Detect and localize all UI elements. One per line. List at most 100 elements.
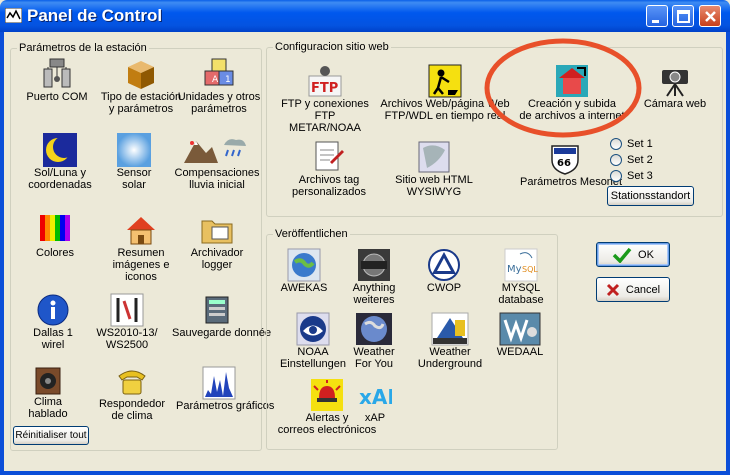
units-label: Unidades y otros parámetros bbox=[177, 91, 261, 115]
station-location-button[interactable]: Stationsstandort bbox=[607, 186, 694, 206]
images-summary-item[interactable]: Resumen imágenes e iconos bbox=[96, 213, 186, 283]
sun-moon-label: Sol/Luna y coordenadas bbox=[28, 167, 92, 191]
construction-icon bbox=[428, 64, 462, 98]
wedaal-icon bbox=[499, 312, 541, 346]
reset-all-button[interactable]: Réinitialiser tout bbox=[13, 426, 89, 445]
weather-for-you-label: Weather For You bbox=[353, 346, 395, 370]
colors-label: Colores bbox=[36, 247, 74, 259]
mesonet-label: Parámetros Mesonet bbox=[520, 176, 623, 188]
xap-label: xAP bbox=[364, 412, 386, 424]
minimize-button[interactable] bbox=[646, 5, 668, 27]
solar-sensor-item[interactable]: Sensor solar bbox=[104, 133, 164, 191]
xap-item[interactable]: xAP xAP bbox=[352, 378, 398, 424]
awekas-item[interactable]: AWEKAS bbox=[276, 248, 332, 294]
custom-tags-item[interactable]: Archivos tag personalizados bbox=[284, 140, 374, 198]
talking-weather-label: Clima hablado bbox=[28, 396, 68, 420]
set-1-radio[interactable]: Set 1 bbox=[610, 138, 653, 150]
wedaal-label: WEDAAL bbox=[496, 346, 544, 358]
webcam-label: Cámara web bbox=[643, 98, 707, 110]
backup-icon bbox=[205, 296, 229, 324]
window-title: Panel de Control bbox=[27, 6, 163, 25]
radio-circle[interactable] bbox=[610, 170, 622, 182]
station-parameters-title: Parámetros de la estación bbox=[17, 42, 149, 54]
html-website-item[interactable]: Sitio web HTML WYSIWYG bbox=[394, 140, 474, 198]
ftp-item[interactable]: FTP FTP y conexiones FTP METAR/NOAA bbox=[278, 64, 372, 134]
html-website-label: Sitio web HTML WYSIWYG bbox=[395, 174, 473, 198]
window-border-bottom bbox=[0, 471, 730, 475]
graph-icon bbox=[202, 366, 236, 400]
noaa-label: NOAA Einstellungen bbox=[279, 346, 347, 370]
sun-moon-item[interactable]: Sol/Luna y coordenadas bbox=[22, 133, 98, 191]
svg-text:1: 1 bbox=[225, 75, 231, 85]
moon-icon bbox=[43, 133, 77, 167]
dallas-item[interactable]: Dallas 1 wirel bbox=[20, 293, 86, 351]
set-1-label: Set 1 bbox=[627, 138, 653, 150]
publish-title: Veröffentlichen bbox=[273, 228, 350, 240]
svg-text:66: 66 bbox=[557, 158, 571, 169]
colors-item[interactable]: Colores bbox=[25, 213, 85, 259]
mountain-rain-icon bbox=[184, 139, 246, 163]
svg-text:FTP: FTP bbox=[311, 81, 338, 96]
blocks-icon: A 1 bbox=[204, 58, 234, 86]
rain-offset-item[interactable]: Compensaciones lluvia inicial bbox=[172, 133, 262, 191]
station-type-item[interactable]: Tipo de estación y parámetros bbox=[98, 57, 184, 115]
cwop-item[interactable]: CWOP bbox=[416, 248, 472, 294]
window-border-left bbox=[0, 32, 4, 475]
ok-button[interactable]: OK bbox=[596, 242, 670, 267]
com-port-item[interactable]: Puerto COM bbox=[22, 57, 92, 103]
cancel-button[interactable]: Cancel bbox=[596, 277, 670, 302]
weather-underground-item[interactable]: Weather Underground bbox=[412, 312, 488, 370]
units-item[interactable]: A 1 Unidades y otros parámetros bbox=[176, 57, 262, 115]
wedaal-item[interactable]: WEDAAL bbox=[492, 312, 548, 358]
weather-for-you-item[interactable]: Weather For You bbox=[344, 312, 404, 370]
weather-responder-item[interactable]: Respondedor de clima bbox=[92, 364, 172, 422]
anything-label: Anything weiteres bbox=[352, 282, 396, 306]
weather-underground-label: Weather Underground bbox=[417, 346, 483, 370]
set-3-radio[interactable]: Set 3 bbox=[610, 170, 653, 182]
noaa-item[interactable]: NOAA Einstellungen bbox=[278, 312, 348, 370]
ftp-icon: FTP bbox=[308, 66, 342, 97]
logger-label: Archivador logger bbox=[190, 247, 244, 271]
create-upload-item[interactable]: Creación y subida de archivos a internet bbox=[518, 64, 626, 122]
tag-file-icon bbox=[315, 141, 344, 171]
web-files-item[interactable]: Archivos Web/página Web FTP/WDL en tiemp… bbox=[380, 64, 510, 122]
radio-circle[interactable] bbox=[610, 154, 622, 166]
ws2010-item[interactable]: WS2010-13/ WS2500 bbox=[92, 293, 162, 351]
svg-text:xAP: xAP bbox=[359, 385, 392, 409]
web-editor-icon bbox=[418, 141, 450, 173]
xap-icon: xAP bbox=[359, 385, 392, 409]
set-2-radio[interactable]: Set 2 bbox=[610, 154, 653, 166]
station-type-label: Tipo de estación y parámetros bbox=[100, 91, 182, 115]
mesonet-item[interactable]: 66 Parámetros Mesonet bbox=[520, 142, 623, 188]
title-bar[interactable]: Panel de Control bbox=[0, 0, 730, 32]
mysql-label: MYSQL database bbox=[498, 282, 544, 306]
mysql-icon: My SQL bbox=[504, 248, 538, 282]
radio-circle[interactable] bbox=[610, 138, 622, 150]
svg-text:My: My bbox=[507, 264, 522, 275]
create-upload-label: Creación y subida de archivos a internet bbox=[519, 98, 625, 122]
info-icon bbox=[37, 294, 69, 326]
speaker-icon bbox=[35, 367, 61, 395]
talking-weather-item[interactable]: Clima hablado bbox=[18, 366, 78, 420]
com-port-label: Puerto COM bbox=[26, 91, 88, 103]
backup-item[interactable]: Sauvegarde donnée bbox=[172, 293, 271, 339]
webcam-item[interactable]: Cámara web bbox=[642, 64, 708, 110]
svg-text:SQL: SQL bbox=[522, 265, 538, 274]
logger-item[interactable]: Archivador logger bbox=[180, 213, 254, 271]
house-icon bbox=[127, 217, 155, 245]
anything-weather-icon bbox=[358, 249, 390, 281]
route-66-icon: 66 bbox=[551, 145, 579, 175]
tools-icon bbox=[110, 293, 144, 327]
anything-item[interactable]: Anything weiteres bbox=[342, 248, 406, 306]
graph-params-item[interactable]: Parámetros gráficos bbox=[176, 366, 274, 412]
app-icon bbox=[5, 8, 22, 23]
images-summary-label: Resumen imágenes e iconos bbox=[112, 247, 170, 283]
solar-sensor-label: Sensor solar bbox=[116, 167, 152, 191]
mysql-item[interactable]: My SQL MYSQL database bbox=[490, 248, 552, 306]
web-files-label: Archivos Web/página Web FTP/WDL en tiemp… bbox=[380, 98, 510, 122]
close-button[interactable] bbox=[699, 5, 721, 27]
awekas-icon bbox=[287, 248, 321, 282]
window-border-right bbox=[726, 32, 730, 475]
maximize-button[interactable] bbox=[672, 5, 694, 27]
ftp-label: FTP y conexiones FTP METAR/NOAA bbox=[281, 98, 369, 134]
